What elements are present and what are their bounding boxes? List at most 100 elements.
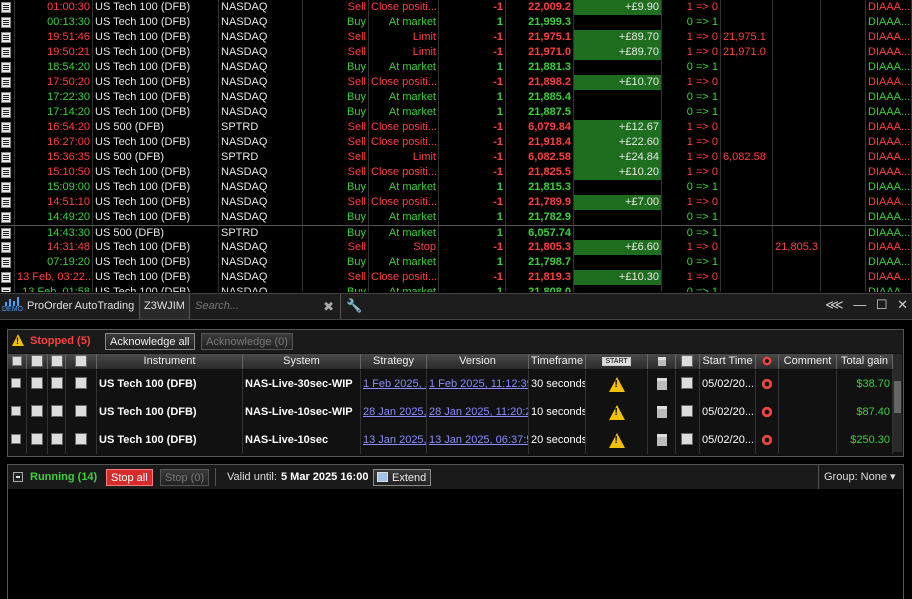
order-row[interactable]: 17:22:30 US Tech 100 (DFB) NASDAQ Buy At mar… [0,90,912,105]
warning-icon[interactable] [608,376,625,392]
chart-money-icon[interactable] [75,433,87,445]
report-icon[interactable] [681,433,693,445]
info-icon[interactable] [51,433,63,445]
stopped-system-row[interactable]: US Tech 100 (DFB) NAS-Live-10sec-WIP 28 Ja… [8,398,893,426]
order-row[interactable]: 15:36:35 US 500 (DFB) SPTRD Sell Limit -1 6,08… [0,150,912,165]
row-checkbox[interactable] [11,434,21,444]
col-total-gain[interactable]: Total gain [837,354,893,369]
document-icon[interactable] [1,182,11,193]
tab-account[interactable]: Z3WJIM [139,294,190,319]
stop-button[interactable]: Stop (0) [160,469,210,486]
close-icon[interactable]: ✕ [897,297,908,313]
info-icon[interactable] [51,405,63,417]
stop-all-button[interactable]: Stop all [106,469,153,486]
stopped-strategy[interactable]: 28 Jan 2025, [361,398,427,426]
document-icon[interactable] [1,152,11,163]
send-icon[interactable] [31,433,43,445]
document-icon[interactable] [1,77,11,88]
select-all-checkbox-column[interactable] [8,354,27,369]
order-row[interactable]: 16:27:00 US Tech 100 (DFB) NASDAQ Sell Close… [0,135,912,150]
collapse-icon[interactable] [13,472,23,482]
order-row[interactable]: 00:13:30 US Tech 100 (DFB) NASDAQ Buy At mar… [0,15,912,30]
col-report[interactable] [676,354,700,369]
extend-button[interactable]: Extend [373,469,432,486]
stopped-version[interactable]: 28 Jan 2025, 11:20:2 [427,398,529,426]
wrench-icon[interactable]: 🔧 [346,298,362,314]
order-row[interactable]: 18:54:20 US Tech 100 (DFB) NASDAQ Buy At mar… [0,60,912,75]
stopped-scrollbar[interactable] [893,354,902,452]
stopped-strategy[interactable]: 13 Jan 2025, [361,426,427,454]
document-icon[interactable] [1,137,11,148]
row-checkbox[interactable] [11,378,21,388]
order-row[interactable]: 16:54:20 US 500 (DFB) SPTRD Sell Close posit… [0,120,912,135]
share-icon[interactable]: ⋘ [825,297,844,313]
col-start-time[interactable]: Start Time [700,354,756,369]
row-checkbox[interactable] [11,406,21,416]
stopped-version[interactable]: 13 Jan 2025, 06:37:5 [427,426,529,454]
document-icon[interactable] [1,257,11,268]
report-icon[interactable] [681,377,693,389]
document-icon[interactable] [1,242,11,253]
info-icon[interactable] [51,377,63,389]
search-input[interactable]: Search... ✖ [191,294,341,319]
warning-icon[interactable] [608,404,625,420]
scrollbar-thumb[interactable] [894,381,901,413]
order-row[interactable]: 14:51:10 US Tech 100 (DFB) NASDAQ Sell Close… [0,195,912,210]
col-system[interactable]: System [243,354,361,369]
document-icon[interactable] [1,272,11,283]
warning-icon[interactable] [608,432,625,448]
col-settings[interactable] [756,354,779,369]
stopped-version[interactable]: 1 Feb 2025, 11:12:39 [427,370,529,398]
report-icon[interactable] [681,405,693,417]
col-instrument[interactable]: Instrument [97,354,243,369]
send-icon[interactable] [31,405,43,417]
order-row[interactable]: 14:31:48 US Tech 100 (DFB) NASDAQ Sell Stop -… [0,240,912,255]
order-row[interactable]: 07:19:20 US Tech 100 (DFB) NASDAQ Buy At mar… [0,255,912,270]
document-icon[interactable] [1,32,11,43]
col-strategy[interactable]: Strategy [361,354,427,369]
trash-icon[interactable] [656,406,667,419]
select-all-checkbox[interactable] [12,356,22,366]
order-row[interactable]: 15:09:00 US Tech 100 (DFB) NASDAQ Buy At mar… [0,180,912,195]
chart-money-icon[interactable] [75,405,87,417]
document-icon[interactable] [1,62,11,73]
settings-gear-icon[interactable] [761,434,773,447]
document-icon[interactable] [1,47,11,58]
document-icon[interactable] [1,122,11,133]
document-icon[interactable] [1,17,11,28]
document-icon[interactable] [1,228,11,239]
document-icon[interactable] [1,2,11,13]
chart-money-icon[interactable] [75,377,87,389]
acknowledge-all-button[interactable]: Acknowledge all [105,333,195,350]
trash-icon[interactable] [656,378,667,391]
document-icon[interactable] [1,287,11,292]
document-icon[interactable] [1,92,11,103]
document-icon[interactable] [1,167,11,178]
stopped-strategy[interactable]: 1 Feb 2025, 11 [361,370,427,398]
order-row[interactable]: 19:51:46 US Tech 100 (DFB) NASDAQ Sell Limit… [0,30,912,45]
group-select[interactable]: Group: None ▾ [824,465,896,489]
col-start-status[interactable]: START [586,354,648,369]
order-row[interactable]: 19:50:21 US Tech 100 (DFB) NASDAQ Sell Limit… [0,45,912,60]
tab-proorder-autotrading[interactable]: ProOrder AutoTrading [23,294,138,319]
minimize-icon[interactable]: — [853,297,866,312]
order-row[interactable]: 15:10:50 US Tech 100 (DFB) NASDAQ Sell Close… [0,165,912,180]
acknowledge-button[interactable]: Acknowledge (0) [201,333,293,350]
col-version[interactable]: Version [427,354,529,369]
clear-search-icon[interactable]: ✖ [323,294,334,319]
order-row[interactable]: 01:00:30 US Tech 100 (DFB) NASDAQ Sell Close… [0,0,912,15]
document-icon[interactable] [1,197,11,208]
col-timeframe[interactable]: Timeframe [529,354,586,369]
order-row[interactable]: 17:50:20 US Tech 100 (DFB) NASDAQ Sell Close… [0,75,912,90]
order-row[interactable]: 14:43:30 US 500 (DFB) SPTRD Buy At market 1 6,… [0,225,912,241]
col-delete[interactable] [648,354,676,369]
col-comment[interactable]: Comment [779,354,837,369]
order-row[interactable]: 13 Feb, 03:22... US Tech 100 (DFB) NASDAQ S… [0,270,912,285]
send-icon[interactable] [31,377,43,389]
settings-gear-icon[interactable] [761,406,773,419]
stopped-system-row[interactable]: US Tech 100 (DFB) NAS-Live-10sec 13 Jan 20… [8,426,893,454]
trash-icon[interactable] [656,434,667,447]
document-icon[interactable] [1,212,11,223]
maximize-icon[interactable]: ☐ [876,297,888,313]
order-row[interactable]: 14:49:20 US Tech 100 (DFB) NASDAQ Buy At mar… [0,210,912,225]
